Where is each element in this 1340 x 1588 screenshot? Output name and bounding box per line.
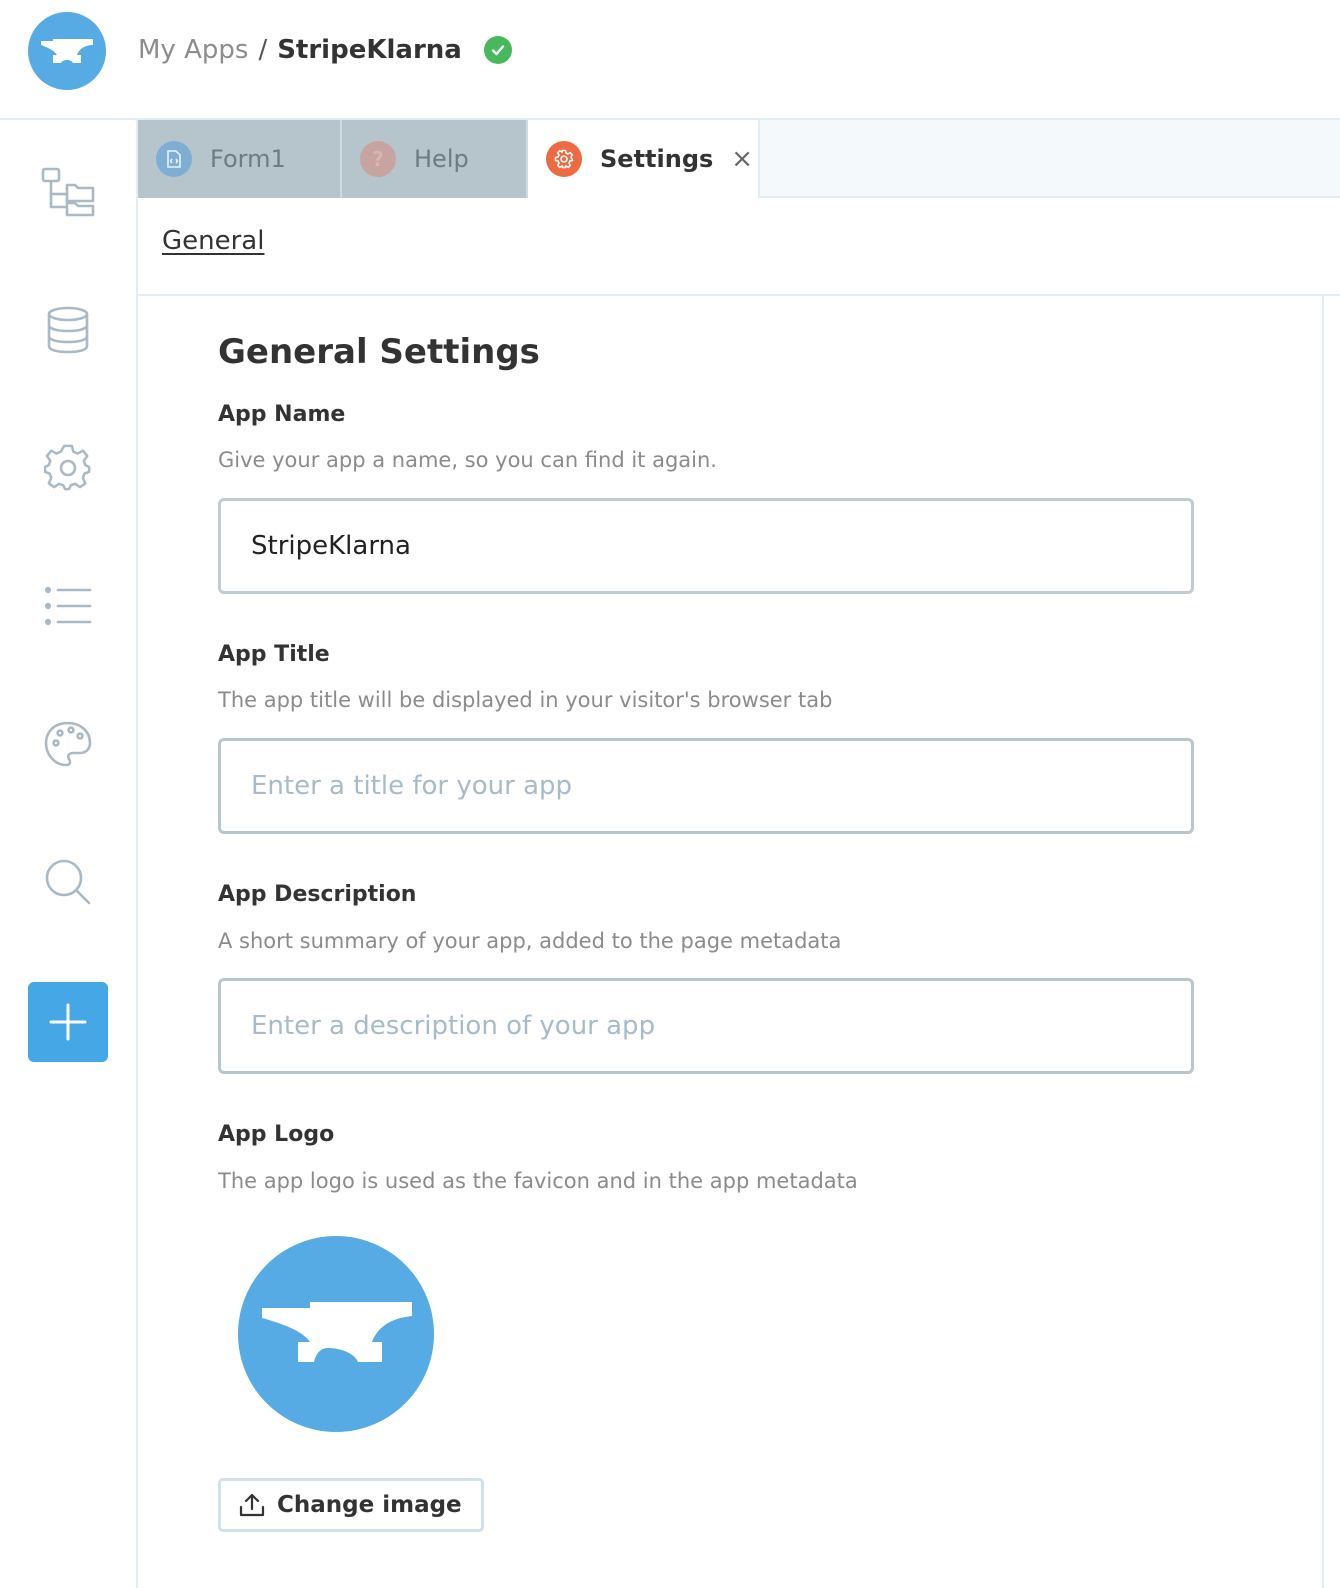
breadcrumb-app-name: StripeKlarna — [277, 35, 462, 65]
app-title-input[interactable] — [218, 738, 1194, 834]
add-component-button[interactable] — [28, 982, 108, 1062]
app-title-help: The app title will be displayed in your … — [218, 688, 833, 712]
app-description-label: App Description — [218, 882, 417, 907]
tab-settings[interactable]: Settings × — [528, 120, 760, 198]
gear-icon — [44, 444, 91, 491]
app-header: My Apps / StripeKlarna — [0, 0, 1340, 120]
anvil-logo-icon — [262, 1302, 412, 1362]
sidebar-item-app-tree[interactable] — [28, 152, 108, 232]
settings-panel: General Settings App Name Give your app … — [138, 296, 1324, 1588]
tab-label: Settings — [600, 145, 714, 173]
app-description-input[interactable] — [218, 978, 1194, 1074]
help-icon: ? — [360, 141, 396, 177]
sidebar-item-settings[interactable] — [28, 428, 108, 508]
app-name-input[interactable] — [218, 498, 1194, 594]
tab-label: Form1 — [210, 145, 286, 173]
anvil-logo-icon[interactable] — [28, 12, 106, 90]
tab-label: Help — [414, 145, 469, 173]
app-logo-preview — [238, 1236, 434, 1432]
search-icon — [45, 859, 91, 905]
breadcrumb-my-apps[interactable]: My Apps — [138, 35, 248, 65]
app-logo-label: App Logo — [218, 1122, 335, 1147]
gear-icon — [546, 141, 582, 177]
change-image-button[interactable]: Change image — [218, 1478, 484, 1532]
tab-form1[interactable]: Form1 — [138, 120, 342, 198]
app-name-help: Give your app a name, so you can find it… — [218, 448, 717, 472]
change-image-label: Change image — [277, 1492, 462, 1518]
breadcrumb: My Apps / StripeKlarna — [138, 30, 512, 70]
plus-icon — [49, 1003, 87, 1041]
sidebar — [0, 120, 138, 1588]
sidebar-item-theme[interactable] — [28, 704, 108, 784]
subnav-general-link[interactable]: General — [162, 226, 264, 256]
breadcrumb-separator: / — [258, 35, 268, 65]
form-icon — [156, 141, 192, 177]
close-icon[interactable]: × — [731, 144, 753, 174]
sidebar-item-search[interactable] — [28, 842, 108, 922]
palette-icon — [44, 721, 92, 767]
editor-tabs: Form1 ? Help Settings × — [138, 120, 1340, 198]
list-icon — [44, 586, 92, 626]
app-title-label: App Title — [218, 642, 330, 667]
upload-icon — [239, 1493, 265, 1517]
sidebar-item-list[interactable] — [28, 566, 108, 646]
sidebar-item-data[interactable] — [28, 290, 108, 370]
page-title: General Settings — [218, 332, 540, 372]
app-logo-help: The app logo is used as the favicon and … — [218, 1169, 858, 1193]
settings-subnav: General — [138, 198, 1340, 296]
database-icon — [47, 306, 89, 354]
app-description-help: A short summary of your app, added to th… — [218, 929, 842, 953]
tab-help[interactable]: ? Help — [342, 120, 528, 198]
check-circle-icon — [483, 36, 512, 64]
app-name-label: App Name — [218, 402, 346, 427]
folder-tree-icon — [41, 167, 95, 217]
